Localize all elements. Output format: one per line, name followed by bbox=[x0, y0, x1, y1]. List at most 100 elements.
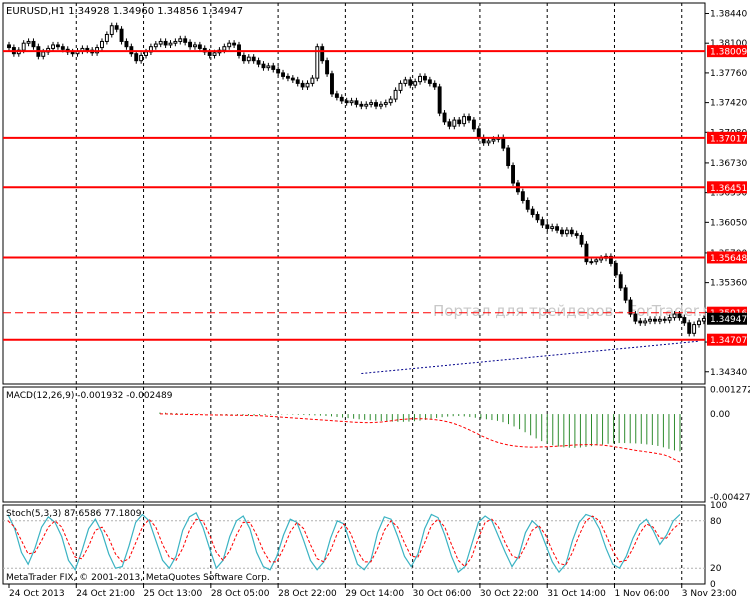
bullish-candle[interactable] bbox=[697, 320, 701, 326]
bearish-candle[interactable] bbox=[325, 60, 330, 75]
bearish-candle[interactable] bbox=[271, 65, 276, 70]
bullish-candle[interactable] bbox=[21, 42, 26, 51]
bearish-candle[interactable] bbox=[613, 262, 618, 276]
bearish-candle[interactable] bbox=[545, 224, 550, 229]
bearish-candle[interactable] bbox=[476, 128, 481, 139]
bearish-candle[interactable] bbox=[70, 51, 75, 55]
bullish-candle[interactable] bbox=[227, 42, 232, 48]
bearish-candle[interactable] bbox=[628, 299, 633, 315]
bearish-candle[interactable] bbox=[261, 63, 266, 69]
bearish-candle[interactable] bbox=[320, 46, 325, 62]
bearish-candle[interactable] bbox=[330, 73, 334, 95]
bullish-candle[interactable] bbox=[26, 40, 31, 44]
bullish-candle[interactable] bbox=[246, 56, 251, 62]
bearish-candle[interactable] bbox=[55, 44, 60, 48]
bearish-candle[interactable] bbox=[251, 56, 256, 62]
trading-chart[interactable]: 1.384401.381001.377601.374201.370801.367… bbox=[0, 0, 750, 600]
bullish-candle[interactable] bbox=[109, 25, 114, 35]
bullish-candle[interactable] bbox=[349, 100, 354, 104]
bullish-candle[interactable] bbox=[378, 103, 383, 107]
bullish-candle[interactable] bbox=[388, 98, 393, 104]
bearish-candle[interactable] bbox=[427, 79, 432, 84]
bearish-candle[interactable] bbox=[520, 191, 525, 201]
bullish-candle[interactable] bbox=[192, 44, 197, 48]
bullish-candle[interactable] bbox=[692, 324, 697, 334]
bullish-candle[interactable] bbox=[364, 103, 369, 107]
bearish-candle[interactable] bbox=[457, 119, 462, 125]
bearish-candle[interactable] bbox=[163, 40, 168, 46]
bullish-candle[interactable] bbox=[486, 140, 491, 144]
bearish-candle[interactable] bbox=[687, 322, 692, 334]
bearish-candle[interactable] bbox=[432, 82, 437, 88]
bearish-candle[interactable] bbox=[183, 38, 188, 43]
bearish-candle[interactable] bbox=[31, 40, 36, 48]
bullish-candle[interactable] bbox=[594, 259, 599, 263]
bearish-candle[interactable] bbox=[241, 54, 246, 62]
bearish-candle[interactable] bbox=[530, 208, 535, 215]
bearish-candle[interactable] bbox=[540, 219, 545, 226]
bullish-candle[interactable] bbox=[667, 317, 672, 321]
bearish-candle[interactable] bbox=[300, 82, 305, 88]
bearish-candle[interactable] bbox=[295, 79, 300, 84]
bearish-candle[interactable] bbox=[511, 165, 516, 184]
bearish-candle[interactable] bbox=[579, 234, 584, 245]
bearish-candle[interactable] bbox=[119, 28, 124, 42]
bearish-candle[interactable] bbox=[374, 102, 378, 107]
bearish-candle[interactable] bbox=[501, 137, 506, 149]
bearish-candle[interactable] bbox=[339, 96, 344, 102]
bearish-candle[interactable] bbox=[633, 313, 638, 322]
bearish-candle[interactable] bbox=[422, 75, 427, 81]
bullish-candle[interactable] bbox=[212, 52, 217, 56]
bearish-candle[interactable] bbox=[7, 44, 11, 49]
bullish-candle[interactable] bbox=[701, 317, 706, 322]
bullish-candle[interactable] bbox=[643, 320, 648, 324]
bearish-candle[interactable] bbox=[467, 116, 471, 121]
bearish-candle[interactable] bbox=[569, 229, 574, 235]
bearish-candle[interactable] bbox=[638, 320, 643, 324]
bearish-candle[interactable] bbox=[555, 226, 560, 231]
bearish-candle[interactable] bbox=[408, 79, 413, 86]
bearish-candle[interactable] bbox=[232, 42, 237, 46]
bearish-candle[interactable] bbox=[60, 46, 65, 50]
bullish-candle[interactable] bbox=[452, 119, 457, 127]
bearish-candle[interactable] bbox=[677, 313, 682, 319]
bullish-candle[interactable] bbox=[491, 138, 496, 142]
bearish-candle[interactable] bbox=[124, 40, 129, 48]
bearish-candle[interactable] bbox=[535, 213, 540, 221]
bearish-candle[interactable] bbox=[281, 72, 286, 77]
bearish-candle[interactable] bbox=[207, 51, 212, 56]
bullish-candle[interactable] bbox=[550, 226, 555, 229]
bearish-candle[interactable] bbox=[471, 119, 476, 130]
bearish-candle[interactable] bbox=[334, 93, 339, 98]
bullish-candle[interactable] bbox=[144, 51, 148, 56]
bullish-candle[interactable] bbox=[403, 79, 408, 84]
bullish-candle[interactable] bbox=[462, 116, 467, 125]
bearish-candle[interactable] bbox=[525, 199, 530, 210]
bullish-candle[interactable] bbox=[173, 40, 178, 44]
bearish-candle[interactable] bbox=[584, 243, 589, 263]
bullish-candle[interactable] bbox=[418, 75, 423, 83]
bullish-candle[interactable] bbox=[153, 43, 158, 48]
bullish-candle[interactable] bbox=[310, 77, 315, 84]
bullish-candle[interactable] bbox=[305, 82, 310, 88]
bearish-candle[interactable] bbox=[276, 68, 281, 74]
bullish-candle[interactable] bbox=[369, 102, 374, 105]
bullish-candle[interactable] bbox=[413, 81, 418, 86]
bullish-candle[interactable] bbox=[139, 54, 144, 62]
bullish-candle[interactable] bbox=[158, 40, 163, 45]
bearish-candle[interactable] bbox=[506, 147, 511, 167]
bullish-candle[interactable] bbox=[657, 318, 662, 322]
bearish-candle[interactable] bbox=[114, 25, 119, 30]
bullish-candle[interactable] bbox=[178, 38, 183, 42]
bullish-candle[interactable] bbox=[104, 33, 109, 42]
bearish-candle[interactable] bbox=[197, 44, 202, 49]
bearish-candle[interactable] bbox=[354, 100, 359, 105]
bearish-candle[interactable] bbox=[290, 77, 295, 81]
bullish-candle[interactable] bbox=[564, 229, 569, 235]
bearish-candle[interactable] bbox=[344, 100, 349, 104]
chart-canvas[interactable]: 1.384401.381001.377601.374201.370801.367… bbox=[0, 0, 750, 600]
bullish-candle[interactable] bbox=[100, 40, 104, 49]
bearish-candle[interactable] bbox=[652, 318, 657, 322]
bearish-candle[interactable] bbox=[574, 233, 579, 236]
bearish-candle[interactable] bbox=[188, 41, 193, 48]
